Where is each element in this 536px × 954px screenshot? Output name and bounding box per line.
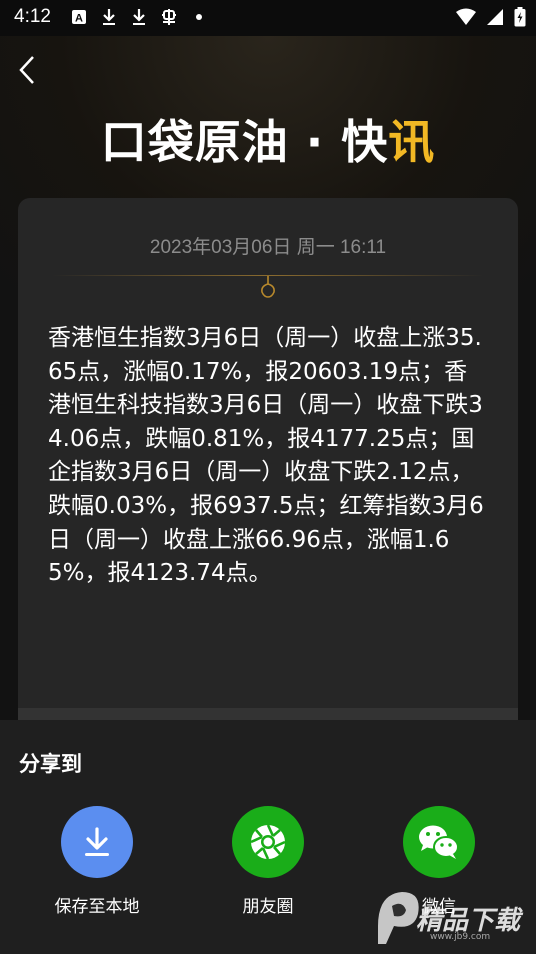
a-icon: A (70, 8, 88, 26)
back-button[interactable] (12, 52, 42, 88)
bug-icon (160, 8, 178, 26)
share-wechat-circle (403, 806, 475, 878)
signal-icon (486, 8, 504, 30)
status-notification-icons: A (70, 8, 208, 26)
download-icon (85, 827, 109, 856)
share-save-local-circle (61, 806, 133, 878)
share-moments-label: 朋友圈 (242, 897, 294, 917)
share-moments-circle (232, 806, 304, 878)
back-arrow-icon (19, 56, 34, 84)
status-time: 4:12 (14, 6, 51, 27)
battery-icon (514, 7, 526, 31)
brand-title: 口袋原油 · 快讯 (0, 106, 536, 172)
status-system-icons (456, 7, 526, 31)
share-save-local-button[interactable]: 保存至本地 (22, 806, 172, 917)
download-icon (100, 8, 118, 26)
wifi-icon (456, 8, 476, 30)
brand-title-text: 口袋原油 · 快讯 (100, 115, 436, 169)
brand-title-accent: 讯 (388, 115, 436, 169)
news-datetime: 2023年03月06日 周一 16:11 (149, 237, 387, 258)
svg-text:A: A (75, 13, 83, 25)
wechat-icon (419, 825, 459, 859)
watermark-url: www.jb9.com (430, 932, 491, 942)
card-bottom-strip (18, 708, 518, 720)
status-bar: 4:12 A (0, 0, 536, 36)
download-icon (130, 8, 148, 26)
dot-icon (190, 8, 208, 26)
divider-ornament-icon (261, 276, 275, 298)
share-moments-button[interactable]: 朋友圈 (193, 806, 343, 917)
moments-icon (250, 824, 286, 860)
share-sheet-title: 分享到 (19, 752, 82, 776)
news-body: 香港恒生指数3月6日（周一）收盘上涨35.65点，涨幅0.17%，报20603.… (48, 325, 484, 587)
share-save-local-label: 保存至本地 (54, 897, 140, 917)
